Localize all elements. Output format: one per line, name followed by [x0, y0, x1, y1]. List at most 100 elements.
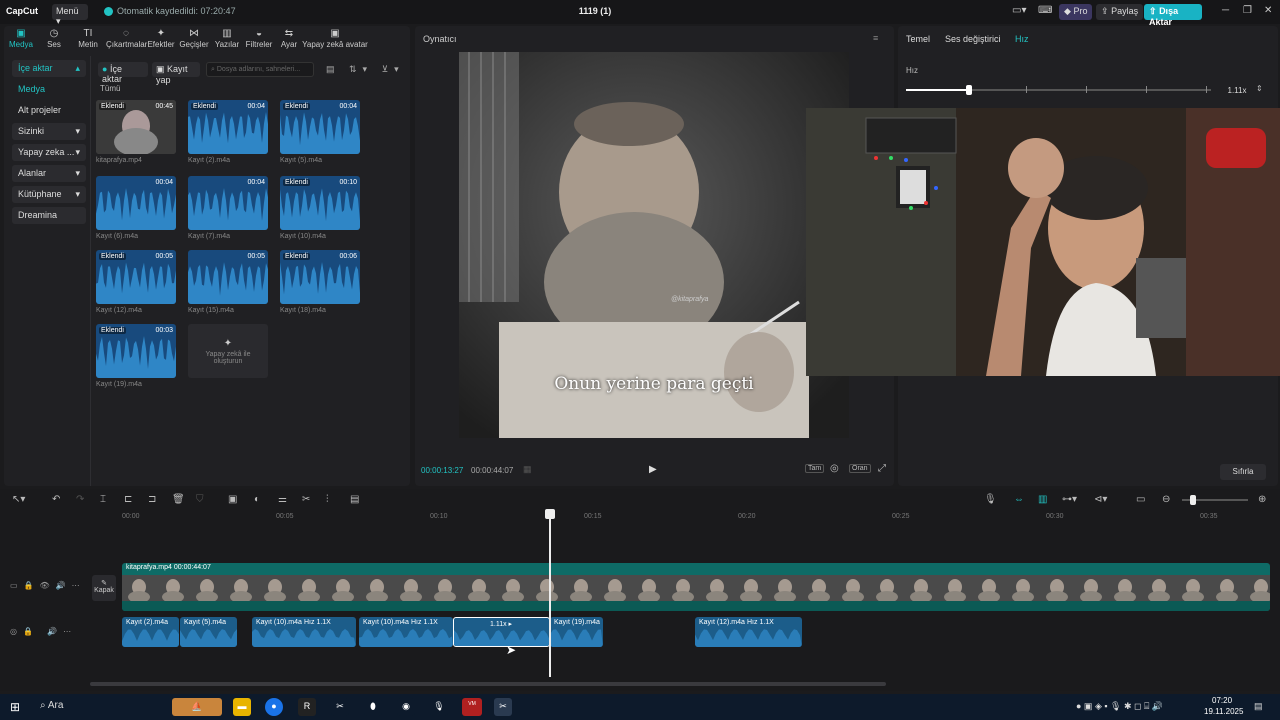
link-clips-icon[interactable]: ⊶▾ [1062, 494, 1077, 505]
audio-clip[interactable]: Kayıt (19).m4a [550, 617, 603, 647]
cursor-tool-icon[interactable]: ↖▾ [12, 494, 25, 505]
tab-voice-changer[interactable]: Ses değiştirici [945, 34, 1001, 44]
split-left-icon[interactable]: ⊏ [124, 494, 132, 505]
sidebar-item-7[interactable]: Dreamina [12, 207, 86, 224]
tab-speed[interactable]: Hız [1015, 34, 1029, 44]
zoom-slider-handle[interactable] [1190, 495, 1196, 505]
media-item-audio[interactable]: 00:04 Kayıt (6).m4a [96, 176, 176, 240]
audio-clip[interactable]: Kayıt (12).m4a Hız 1.1X [695, 617, 802, 647]
export-button[interactable]: ⇧ Dışa Aktar [1144, 4, 1202, 27]
playhead[interactable] [545, 509, 555, 677]
media-item-audio[interactable]: 00:05 Kayıt (15).m4a [188, 250, 268, 314]
media-item-audio[interactable]: Eklendi 00:05 Kayıt (12).m4a [96, 250, 176, 314]
preview-icon[interactable]: ▭ [1136, 494, 1145, 505]
tab-text[interactable]: TI Metin [70, 26, 106, 52]
clock-time[interactable]: 07:20 [1212, 696, 1232, 705]
audio-clip[interactable]: Kayıt (10).m4a Hız 1.1X [252, 617, 356, 647]
project-title[interactable]: 1119 (1) [560, 6, 630, 16]
audio-track-controls[interactable]: ◎🔒 🔊⋯ [10, 627, 77, 636]
voicemeeter-icon[interactable]: VM [462, 698, 482, 716]
sidebar-item-2[interactable]: Alt projeler [12, 102, 86, 119]
windows-start-icon[interactable]: ⊞ [10, 700, 20, 714]
close-icon[interactable]: ✕ [1264, 5, 1272, 16]
maximize-icon[interactable]: ❐ [1243, 5, 1252, 16]
media-item-audio[interactable]: Eklendi 00:03 Kayıt (19).m4a [96, 324, 176, 388]
full-quality-button[interactable]: Tam [805, 464, 825, 473]
ai-tool-icon[interactable]: ◐ [254, 494, 260, 505]
capcut-taskbar-icon[interactable]: ✂ [331, 698, 349, 716]
speed-value-input[interactable]: 1.11x [1220, 84, 1254, 98]
microphone-icon[interactable]: 🎙 [984, 494, 997, 505]
media-item-audio[interactable]: 00:04 Kayıt (7).m4a [188, 176, 268, 240]
audio-clip-selected[interactable]: 1.11x ▸ [453, 617, 550, 647]
layout-icon[interactable]: ▭▾ [1012, 5, 1026, 16]
tab-transitions[interactable]: ⋈ Geçişler [176, 26, 212, 52]
freeze-icon[interactable]: ▣ [228, 494, 237, 505]
magnet-icon[interactable]: ▥ [1038, 494, 1047, 505]
tab-sticker[interactable]: ◌ Çıkartmalar [106, 26, 147, 52]
zoom-slider[interactable] [1182, 495, 1248, 505]
tray-icons[interactable]: ● ▣ ◈ ▪ 🎙 ✱ ◻ ⌸ 🔊 [1076, 701, 1163, 712]
tab-media[interactable]: ▣ Medya [4, 26, 38, 52]
notification-icon[interactable]: ▤ [1254, 701, 1263, 712]
cover-button[interactable]: ✎ Kapak [92, 575, 116, 601]
sidebar-item-3[interactable]: Sizinki ▾ [12, 123, 86, 140]
subtitle-tool-icon[interactable]: ▤ [350, 494, 359, 505]
chrome-icon[interactable]: ● [265, 698, 283, 716]
subtitle-text[interactable]: Onun yerine para geçti [459, 374, 849, 394]
waveform-toggle-icon[interactable]: ▦ [523, 464, 532, 475]
screenshot-icon[interactable]: ◎ [830, 463, 839, 474]
tab-ai-avatar[interactable]: ▣ Yapay zekâ avatar [302, 26, 368, 52]
speed-slider-handle[interactable] [966, 85, 972, 95]
link-icon[interactable]: ⇔ [1014, 494, 1024, 505]
shortcut-icon[interactable]: ⌨ [1038, 5, 1052, 16]
sidebar-item-1[interactable]: Medya [12, 81, 86, 98]
tab-basic[interactable]: Temel [906, 34, 930, 44]
redo-icon[interactable]: ↷ [76, 494, 84, 505]
undo-icon[interactable]: ↶ [52, 494, 60, 505]
media-item-video[interactable]: Eklendi 00:45 kitaprafya.mp4 [96, 100, 176, 164]
audio-clip[interactable]: Kayıt (10).m4a Hız 1.1X [359, 617, 453, 647]
video-preview[interactable]: @kitaprafya Onun yerine para geçti [459, 52, 849, 438]
shield-icon[interactable]: ⛉ [196, 494, 204, 505]
media-item-audio[interactable]: Eklendi 00:06 Kayıt (18).m4a [280, 250, 360, 314]
audio-clip[interactable]: Kayıt (2).m4a [122, 617, 179, 647]
file-explorer-icon[interactable]: ▬ [233, 698, 251, 716]
mic-app-icon[interactable]: 🎙 [430, 698, 448, 716]
video-track-controls[interactable]: ▭🔒👁🔊⋯ [10, 581, 86, 590]
split-right-icon[interactable]: ⊐ [148, 494, 156, 505]
audio-clip[interactable]: Kayıt (5).m4a [180, 617, 237, 647]
aspect-ratio-button[interactable]: Oran [849, 464, 871, 473]
pro-button[interactable]: ◆ Pro [1059, 4, 1093, 20]
ai-create-card[interactable]: ✦ Yapay zekâ ile oluşturun [188, 324, 268, 378]
video-clip[interactable]: kitaprafya.mp4 00:00:44:07 [122, 563, 1270, 611]
split-icon[interactable]: ⌶ [100, 494, 106, 505]
menu-button[interactable]: Menü ▾ [52, 4, 88, 26]
tab-audio[interactable]: ◷ Ses [38, 26, 70, 52]
media-search-input[interactable]: ⌕ Dosya adlarını, sahneleri... [206, 62, 314, 77]
media-item-audio[interactable]: Eklendi 00:04 Kayıt (2).m4a [188, 100, 268, 164]
speed-slider[interactable] [906, 85, 1211, 95]
time-ruler[interactable]: 00:00 00:05 00:10 00:15 00:20 00:25 00:30 00:35 [122, 511, 1280, 523]
search-highlight-icon[interactable]: ⛵ [172, 698, 222, 716]
tab-filters[interactable]: ◒ Filtreler [242, 26, 276, 52]
zoom-out-icon[interactable]: ⊖ [1162, 494, 1170, 505]
stepper-icon[interactable]: ⇕ [1256, 84, 1263, 93]
zoom-in-icon[interactable]: ⊕ [1258, 494, 1266, 505]
adjust-icon[interactable]: ⚌ [278, 494, 287, 505]
taskbar-search[interactable]: ⌕ Ara [40, 700, 63, 711]
auto-cut-icon[interactable]: ✂ [302, 494, 310, 505]
player-menu-icon[interactable]: ≡ [873, 33, 878, 43]
tab-adjust[interactable]: ⇆ Ayar [276, 26, 302, 52]
minimize-icon[interactable]: ─ [1222, 5, 1229, 16]
app-r-icon[interactable]: R [298, 698, 316, 716]
tab-captions[interactable]: ▥ Yazılar [212, 26, 242, 52]
share-button[interactable]: ⇪ Paylaş [1096, 4, 1144, 20]
sidebar-item-4[interactable]: Yapay zeka ... ▾ [12, 144, 86, 161]
playhead-handle[interactable] [545, 509, 555, 519]
fullscreen-icon[interactable]: ⤢ [878, 463, 886, 474]
import-button[interactable]: ● İçe aktar [98, 62, 148, 84]
play-button[interactable]: ▶ [649, 464, 657, 475]
capcut-active-icon[interactable]: ✂ [494, 698, 512, 716]
mouse-app-icon[interactable]: ⬮ [364, 698, 382, 716]
